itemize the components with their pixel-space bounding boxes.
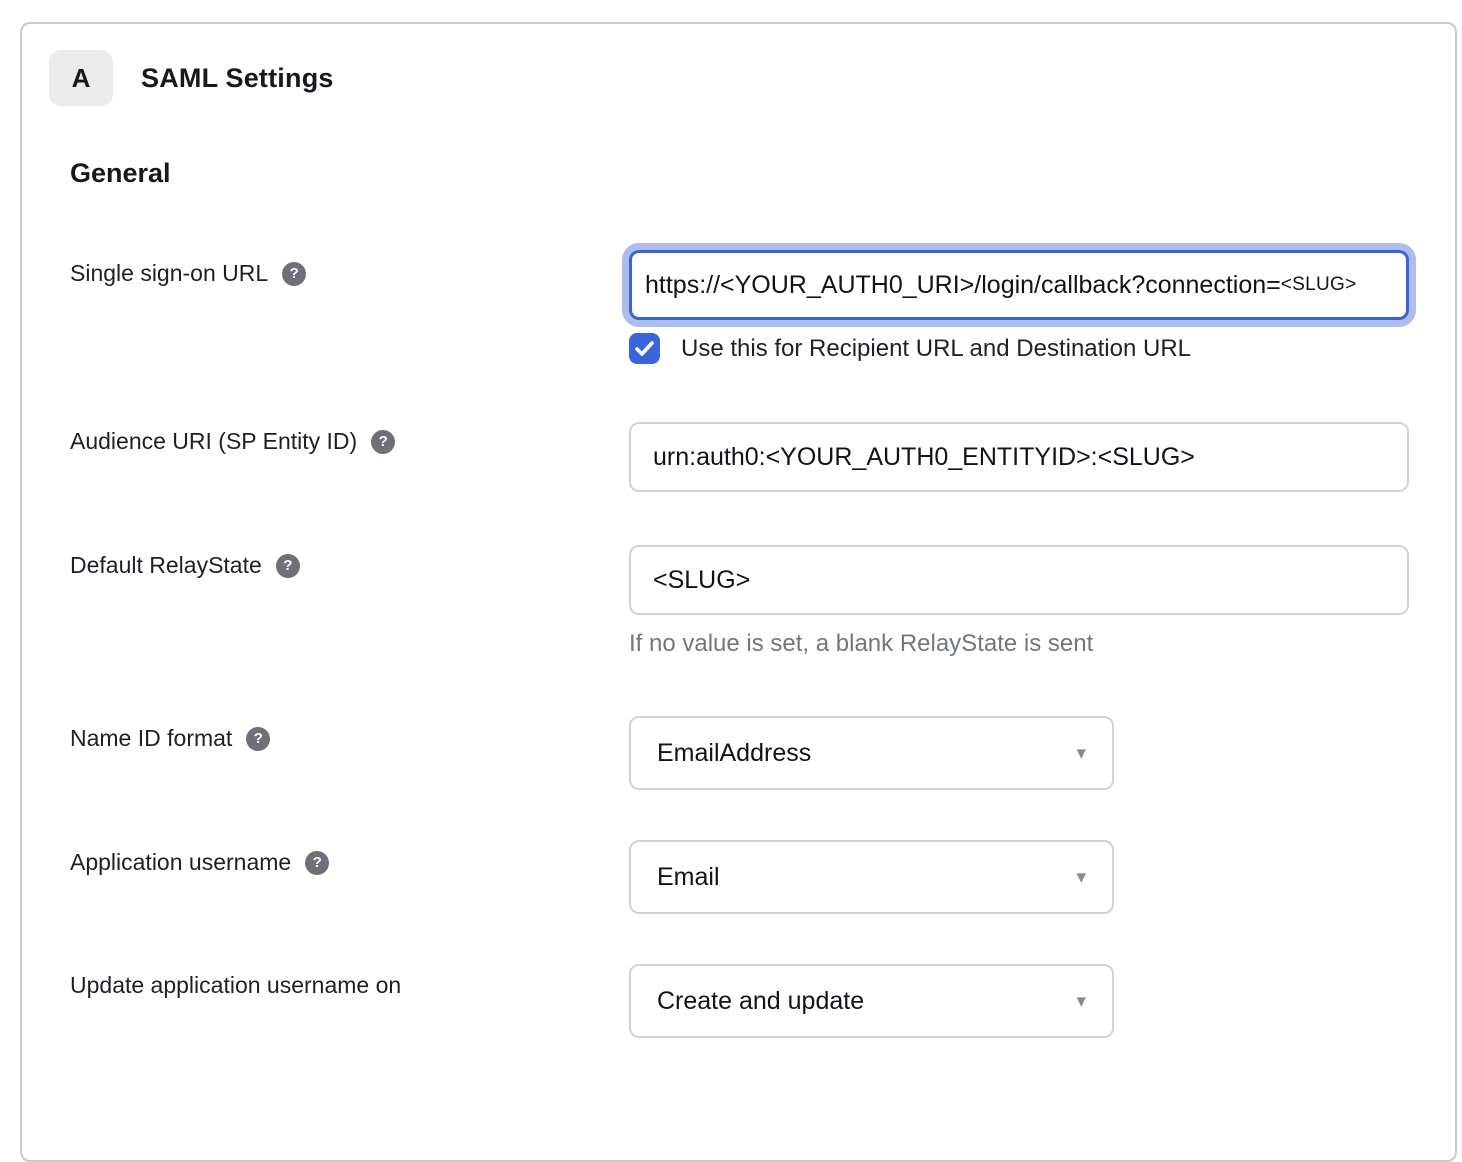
name-id-format-help-icon[interactable]: ? bbox=[246, 727, 270, 751]
relaystate-input[interactable]: <SLUG> bbox=[629, 545, 1409, 615]
app-username-label-row: Application username ? bbox=[70, 849, 329, 876]
section-badge: A bbox=[49, 50, 113, 106]
app-username-select[interactable]: Email ▾ bbox=[629, 840, 1114, 914]
update-username-label-row: Update application username on bbox=[70, 972, 401, 999]
sso-url-label-row: Single sign-on URL ? bbox=[70, 260, 306, 287]
relaystate-label: Default RelayState bbox=[70, 552, 262, 579]
chevron-down-icon: ▾ bbox=[1076, 868, 1086, 887]
audience-uri-label: Audience URI (SP Entity ID) bbox=[70, 428, 357, 455]
name-id-format-value: EmailAddress bbox=[657, 739, 811, 768]
chevron-down-icon: ▾ bbox=[1076, 744, 1086, 763]
app-username-value: Email bbox=[657, 863, 720, 892]
recipient-url-checkbox[interactable] bbox=[629, 333, 660, 364]
name-id-format-label-row: Name ID format ? bbox=[70, 725, 270, 752]
audience-uri-input[interactable]: urn:auth0:<YOUR_AUTH0_ENTITYID>:<SLUG> bbox=[629, 422, 1409, 492]
saml-settings-card: A SAML Settings General Single sign-on U… bbox=[20, 22, 1457, 1162]
sso-url-help-icon[interactable]: ? bbox=[282, 262, 306, 286]
checkmark-icon bbox=[635, 341, 654, 356]
app-username-help-icon[interactable]: ? bbox=[305, 851, 329, 875]
page-title: SAML Settings bbox=[141, 63, 334, 94]
audience-uri-value: urn:auth0:<YOUR_AUTH0_ENTITYID>:<SLUG> bbox=[653, 443, 1195, 472]
app-username-label: Application username bbox=[70, 849, 291, 876]
relaystate-label-row: Default RelayState ? bbox=[70, 552, 300, 579]
name-id-format-label: Name ID format bbox=[70, 725, 232, 752]
update-username-value: Create and update bbox=[657, 987, 864, 1016]
chevron-down-icon: ▾ bbox=[1076, 992, 1086, 1011]
sso-url-value-slug: <SLUG> bbox=[1281, 274, 1357, 296]
relaystate-help-icon[interactable]: ? bbox=[276, 554, 300, 578]
update-username-label: Update application username on bbox=[70, 972, 401, 999]
relaystate-value: <SLUG> bbox=[653, 566, 750, 595]
audience-uri-help-icon[interactable]: ? bbox=[371, 430, 395, 454]
sso-url-value: https://<YOUR_AUTH0_URI>/login/callback?… bbox=[645, 271, 1281, 300]
recipient-url-checkbox-label: Use this for Recipient URL and Destinati… bbox=[681, 335, 1191, 363]
sso-url-label: Single sign-on URL bbox=[70, 260, 268, 287]
card-header: A SAML Settings bbox=[49, 50, 334, 106]
update-username-select[interactable]: Create and update ▾ bbox=[629, 964, 1114, 1038]
audience-uri-label-row: Audience URI (SP Entity ID) ? bbox=[70, 428, 395, 455]
name-id-format-select[interactable]: EmailAddress ▾ bbox=[629, 716, 1114, 790]
section-title-general: General bbox=[70, 158, 171, 189]
sso-url-input[interactable]: https://<YOUR_AUTH0_URI>/login/callback?… bbox=[629, 250, 1409, 320]
relaystate-hint: If no value is set, a blank RelayState i… bbox=[629, 630, 1093, 658]
recipient-url-checkbox-row: Use this for Recipient URL and Destinati… bbox=[629, 333, 1191, 364]
